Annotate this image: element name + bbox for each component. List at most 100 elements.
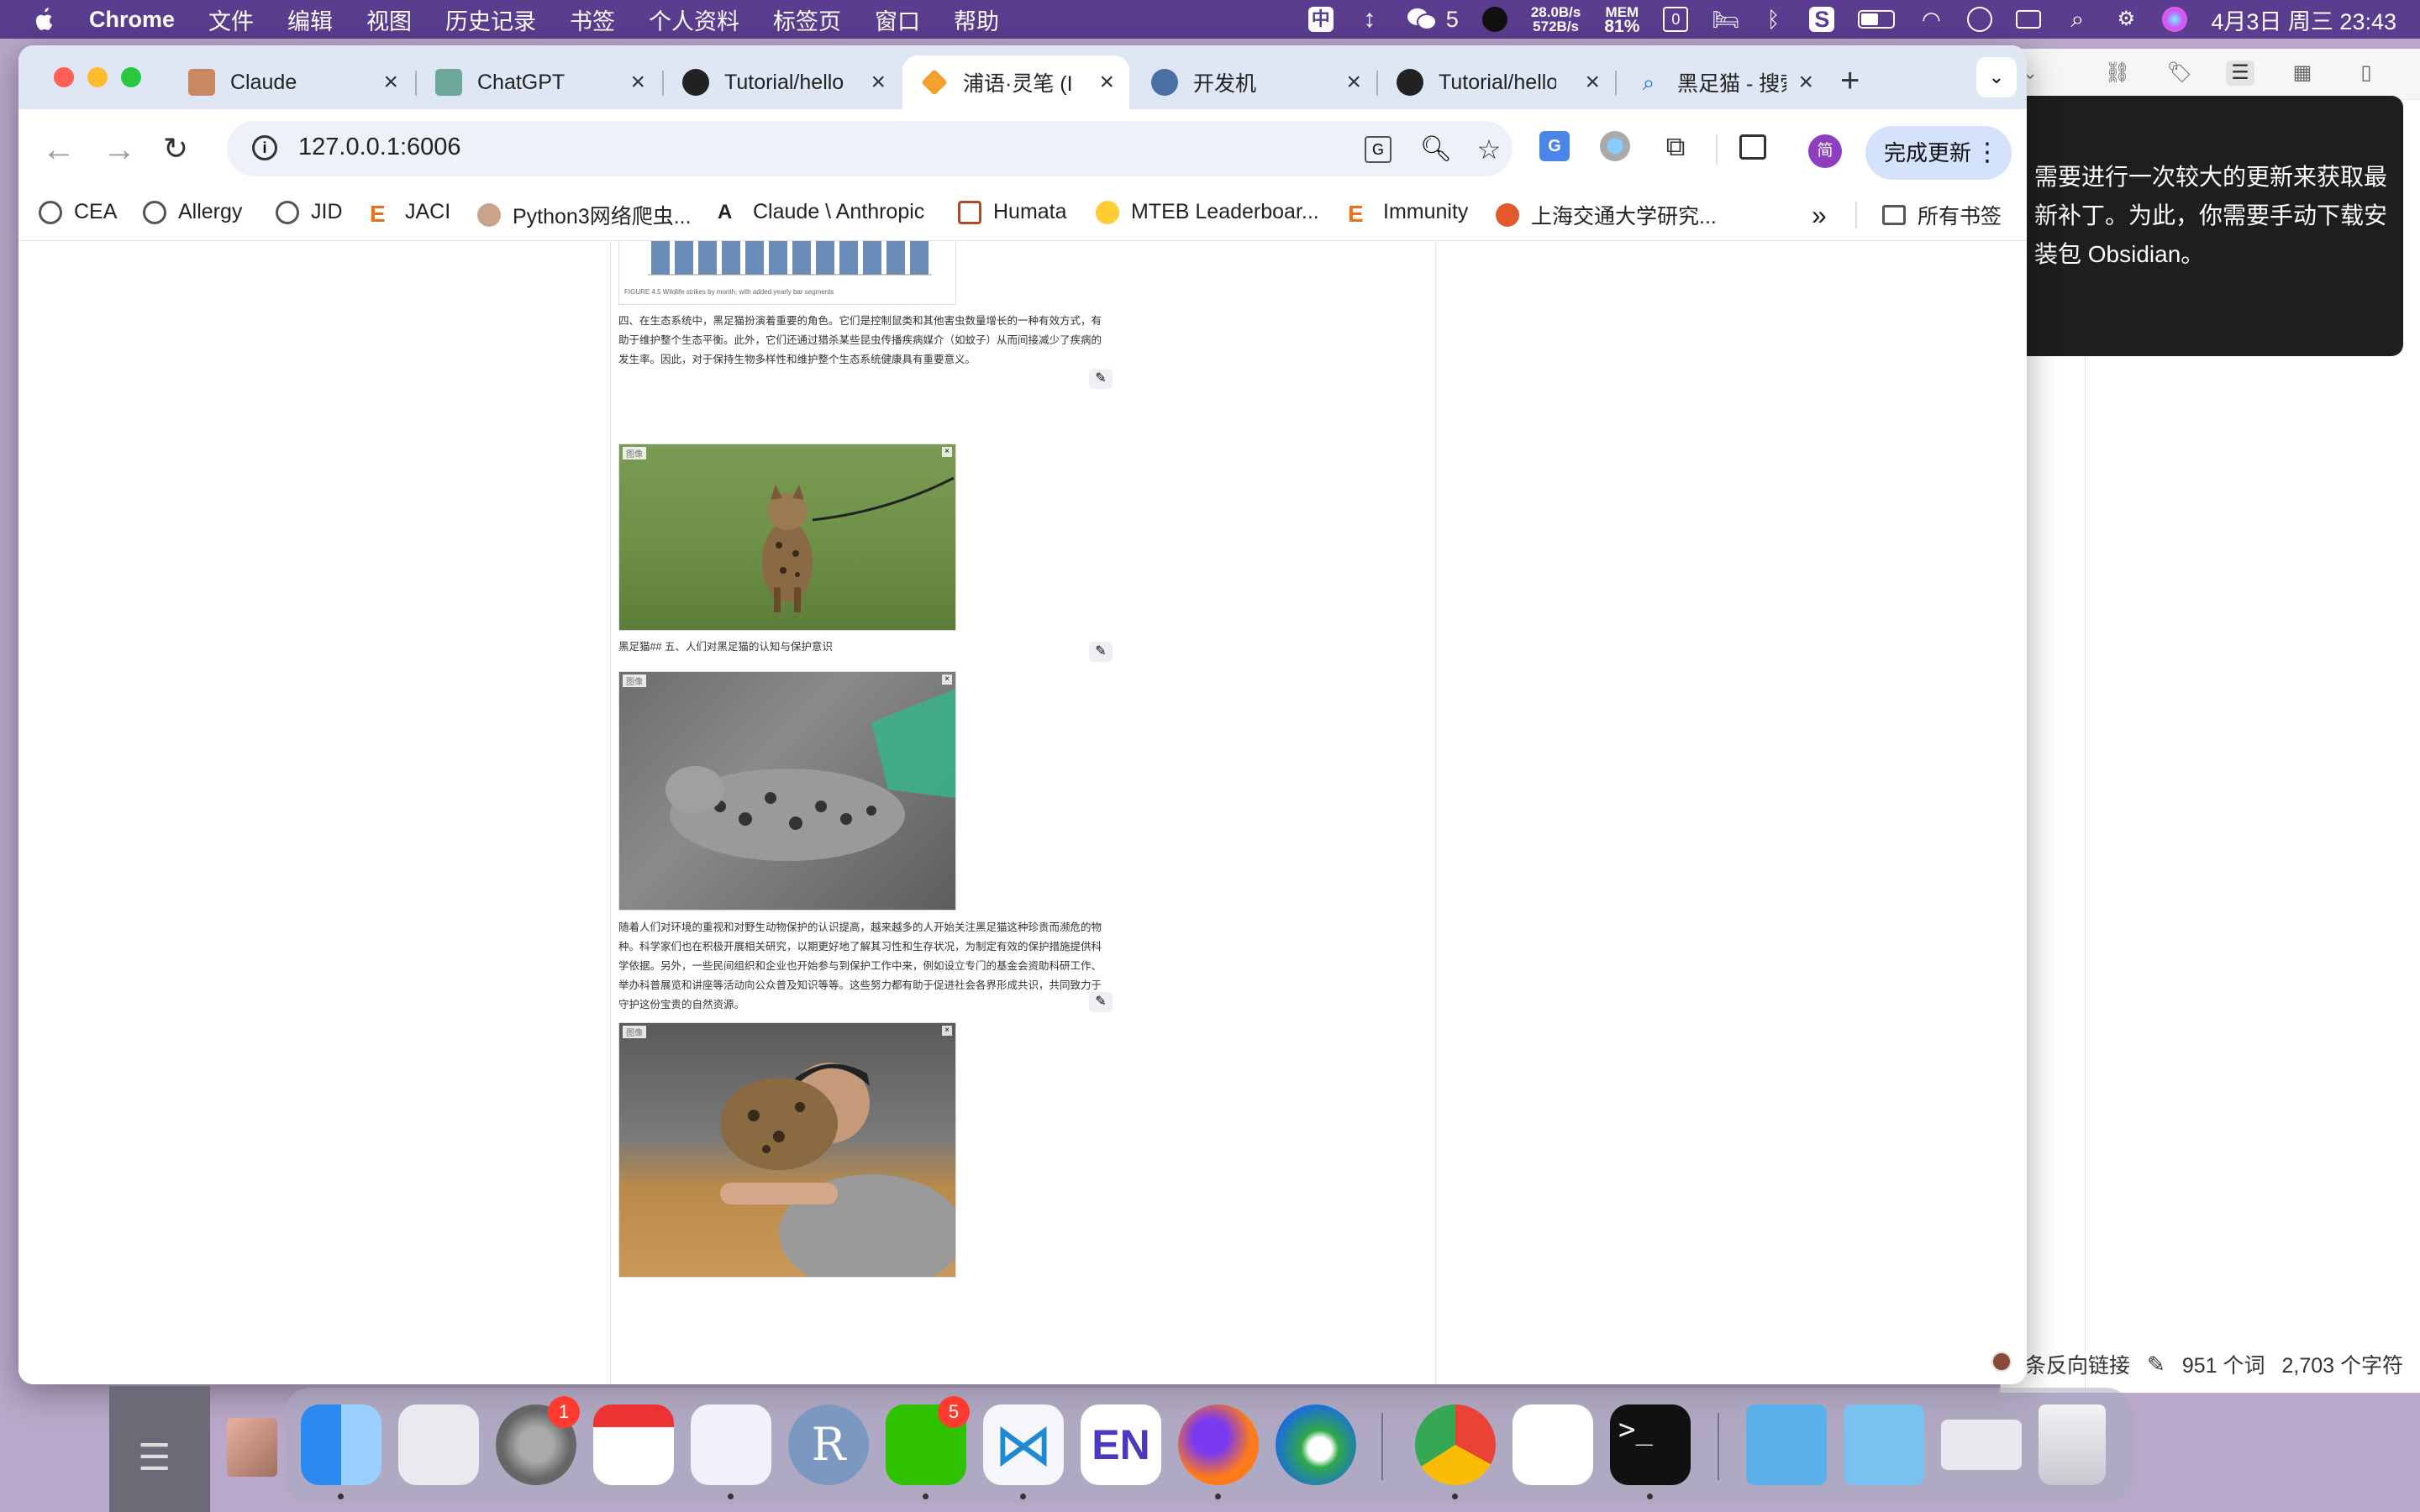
feishu-lark-icon[interactable] bbox=[1512, 1404, 1593, 1485]
zoom-icon[interactable]: 🔍︎ bbox=[1420, 136, 1452, 163]
downloads-folder-icon[interactable] bbox=[1746, 1404, 1827, 1485]
wechat-menubar-icon[interactable]: 5 bbox=[1406, 7, 1459, 33]
close-window-button[interactable] bbox=[54, 67, 74, 87]
menu-help[interactable]: 帮助 bbox=[954, 3, 999, 36]
resize-arrow-icon[interactable]: ↕ bbox=[1357, 7, 1382, 32]
reload-icon[interactable]: ↻ bbox=[163, 131, 188, 166]
fantastical-calendar-icon[interactable] bbox=[593, 1404, 674, 1485]
bookmark-jaci[interactable]: E JACI bbox=[370, 200, 450, 227]
more-bookmarks-chevron-icon[interactable]: » bbox=[1812, 200, 1827, 231]
trash-icon[interactable] bbox=[2039, 1404, 2106, 1485]
close-tab-icon[interactable]: × bbox=[1099, 68, 1114, 97]
backlinks-count[interactable]: 条反向链接 bbox=[2025, 1349, 2130, 1379]
terminal-icon[interactable]: >_ bbox=[1610, 1404, 1691, 1485]
bookmark-cea[interactable]: CEA bbox=[39, 200, 117, 224]
edge-dev-icon[interactable] bbox=[1276, 1404, 1356, 1485]
menu-profiles[interactable]: 个人资料 bbox=[649, 3, 739, 36]
tag-icon[interactable]: 🏷 bbox=[2165, 60, 2194, 86]
edit-pencil-icon[interactable]: ✎ bbox=[2147, 1352, 2165, 1378]
launchpad-icon[interactable] bbox=[398, 1404, 479, 1485]
assistant-avatar-icon[interactable] bbox=[1991, 1352, 2012, 1372]
address-bar[interactable]: i 127.0.0.1:6006 G 🔍︎ ☆ bbox=[227, 121, 1512, 176]
bookmark-mteb-leaderboard[interactable]: MTEB Leaderboar... bbox=[1096, 200, 1319, 224]
wifi-icon[interactable]: ◠ bbox=[1918, 7, 1944, 32]
tab-github-tutorial-1[interactable]: Tutorial/hello × bbox=[664, 55, 901, 109]
apple-icon[interactable] bbox=[32, 7, 57, 32]
menu-window[interactable]: 窗口 bbox=[875, 3, 920, 36]
obsidian-icon[interactable] bbox=[691, 1404, 771, 1485]
image-close-icon[interactable]: × bbox=[942, 675, 952, 685]
vscode-icon[interactable]: ⋈ bbox=[983, 1404, 1064, 1485]
photo-stack-icon[interactable] bbox=[227, 1418, 277, 1477]
menu-tabs[interactable]: 标签页 bbox=[773, 3, 841, 36]
keyboard-icon[interactable] bbox=[2016, 10, 2042, 29]
bookmark-python3-crawler[interactable]: Python3网络爬虫... bbox=[477, 200, 692, 230]
menu-history[interactable]: 历史记录 bbox=[445, 3, 536, 36]
image-close-icon[interactable]: × bbox=[942, 1026, 952, 1036]
obsidian-update-notice[interactable]: 需要进行一次较大的更新来获取最新补丁。为此，你需要手动下载安装包 Obsidia… bbox=[2012, 96, 2403, 356]
outline-list-icon[interactable]: ☰ bbox=[2226, 60, 2254, 86]
battery-icon[interactable] bbox=[1858, 10, 1896, 29]
close-tab-icon[interactable]: × bbox=[383, 68, 398, 97]
hamburger-menu-icon[interactable]: ☰ bbox=[138, 1436, 171, 1479]
bookmark-sjtu-research[interactable]: 上海交通大学研究... bbox=[1496, 200, 1717, 230]
minimize-window-button[interactable] bbox=[87, 67, 108, 87]
eudic-dictionary-icon[interactable]: EN bbox=[1081, 1404, 1161, 1485]
spotlight-search-icon[interactable]: ⌕ bbox=[2065, 7, 2090, 32]
menu-file[interactable]: 文件 bbox=[208, 3, 254, 36]
windows-folder-icon[interactable] bbox=[1844, 1404, 1924, 1485]
close-tab-icon[interactable]: × bbox=[1585, 68, 1600, 97]
bookmark-humata[interactable]: Humata bbox=[958, 200, 1067, 224]
edit-pencil-icon[interactable]: ✎ bbox=[1089, 369, 1113, 389]
bookmark-allergy[interactable]: Allergy bbox=[143, 200, 242, 224]
user-account-icon[interactable] bbox=[1967, 7, 1993, 32]
input-method-icon[interactable]: 中 bbox=[1307, 7, 1334, 32]
translate-icon[interactable]: G bbox=[1365, 136, 1392, 163]
tab-chatgpt[interactable]: ChatGPT × bbox=[417, 55, 660, 109]
table-icon[interactable]: ▦ bbox=[2288, 60, 2317, 86]
control-center-icon[interactable]: ⚙ bbox=[2113, 7, 2139, 32]
extension-circle-icon[interactable] bbox=[1600, 131, 1630, 161]
tab-puyu-lingbi[interactable]: 浦语·灵笔 (In × bbox=[902, 55, 1129, 109]
cat-on-leash-image[interactable]: 图像 × bbox=[618, 444, 956, 631]
close-tab-icon[interactable]: × bbox=[1346, 68, 1361, 97]
tab-dev-machine[interactable]: 开发机 × bbox=[1133, 55, 1376, 109]
calendar-icon[interactable]: 0 bbox=[1663, 7, 1689, 32]
google-translate-extension-icon[interactable]: G bbox=[1539, 131, 1570, 161]
update-button[interactable]: 完成更新 ⋮ bbox=[1865, 126, 2012, 180]
bed-icon[interactable]: 🛏 bbox=[1712, 7, 1739, 32]
side-panel-icon[interactable] bbox=[1739, 134, 1766, 160]
back-arrow-icon[interactable]: ← bbox=[42, 131, 76, 169]
more-menu-icon[interactable]: ⋮ bbox=[1975, 126, 2000, 180]
chrome-icon[interactable] bbox=[1415, 1404, 1496, 1485]
tab-search-chevron-icon[interactable]: ⌄ bbox=[1976, 57, 2017, 97]
close-tab-icon[interactable]: × bbox=[1798, 68, 1813, 97]
bookmark-immunity[interactable]: E Immunity bbox=[1348, 200, 1468, 227]
spotted-kitten-image[interactable]: 图像 × bbox=[618, 671, 956, 911]
cloud-sync-icon[interactable] bbox=[1481, 7, 1507, 32]
bluetooth-icon[interactable]: ᛒ bbox=[1760, 7, 1786, 32]
datetime[interactable]: 4月3日 周三 23:43 bbox=[2211, 3, 2396, 36]
tab-claude[interactable]: Claude × bbox=[170, 55, 413, 109]
bookmark-claude-anthropic[interactable]: A Claude \ Anthropic bbox=[718, 200, 924, 224]
link-icon[interactable]: ⛓ bbox=[2103, 60, 2132, 86]
firefox-icon[interactable] bbox=[1178, 1404, 1259, 1485]
chart-figure-image[interactable]: FIGURE 4.5 Wildlife strikes by month, wi… bbox=[618, 241, 956, 305]
url-text[interactable]: 127.0.0.1:6006 bbox=[298, 134, 461, 161]
scrivener-icon[interactable]: S bbox=[1809, 7, 1835, 32]
menu-app-chrome[interactable]: Chrome bbox=[89, 7, 175, 33]
bookmark-star-icon[interactable]: ☆ bbox=[1476, 136, 1502, 163]
edit-pencil-icon[interactable]: ✎ bbox=[1089, 992, 1113, 1012]
forward-arrow-icon[interactable]: → bbox=[103, 131, 136, 169]
finder-icon[interactable] bbox=[301, 1404, 381, 1485]
sidebar-toggle-icon[interactable]: ▯ bbox=[2352, 60, 2381, 86]
r-language-icon[interactable]: R bbox=[788, 1404, 869, 1485]
close-tab-icon[interactable]: × bbox=[871, 68, 886, 97]
profile-avatar[interactable]: 简 bbox=[1808, 134, 1842, 168]
man-with-cat-image[interactable]: 图像 × bbox=[618, 1022, 956, 1278]
close-tab-icon[interactable]: × bbox=[630, 68, 645, 97]
zoom-window-button[interactable] bbox=[121, 67, 141, 87]
menu-edit[interactable]: 编辑 bbox=[287, 3, 333, 36]
document-stack-icon[interactable] bbox=[1941, 1420, 2022, 1470]
image-close-icon[interactable]: × bbox=[942, 447, 952, 457]
